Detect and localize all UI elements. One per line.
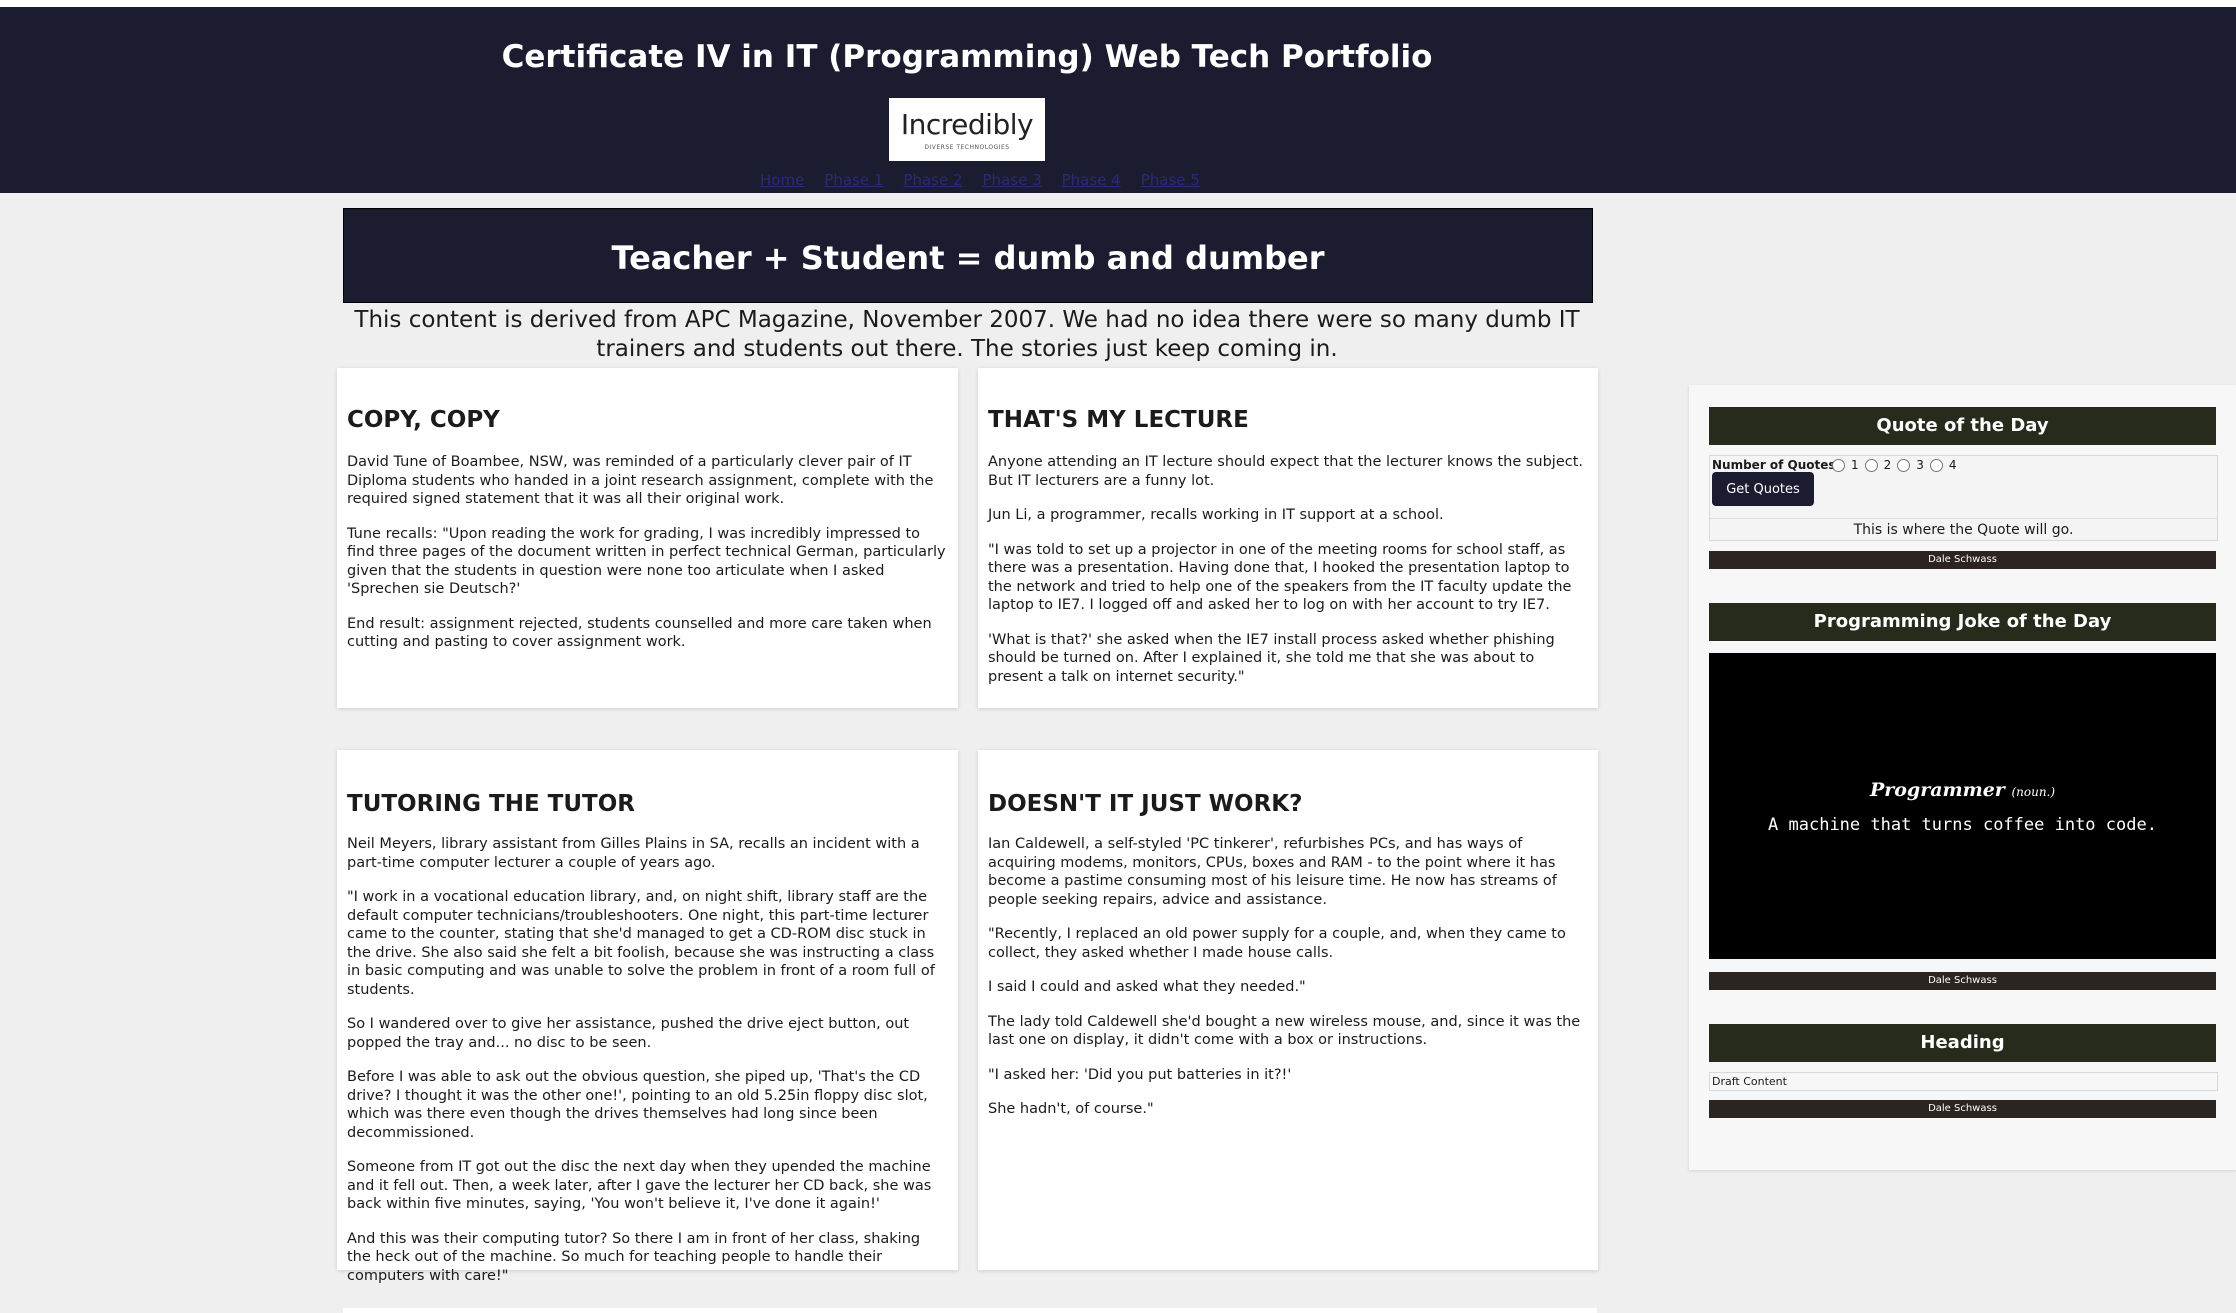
story-heading: COPY, COPY xyxy=(347,407,500,433)
story-card-doesnt-it-just-work: DOESN'T IT JUST WORK? Ian Caldewell, a s… xyxy=(978,750,1598,1270)
site-title: Certificate IV in IT (Programming) Web T… xyxy=(501,39,1433,75)
nav-link-phase-4[interactable]: Phase 4 xyxy=(1062,171,1121,191)
story-body: Anyone attending an IT lecture should ex… xyxy=(988,453,1588,702)
quote-count-option-1[interactable]: 1 xyxy=(1830,458,1859,472)
story-paragraph: "Recently, I replaced an old power suppl… xyxy=(988,926,1566,961)
story-paragraph: Before I was able to ask out the obvious… xyxy=(347,1069,928,1141)
story-paragraph: "I work in a vocational education librar… xyxy=(347,889,935,998)
quote-count-options: 1 2 3 4 xyxy=(1830,458,1961,472)
nav-link-home[interactable]: Home xyxy=(760,171,804,191)
story-paragraph: Ian Caldewell, a self-styled 'PC tinkere… xyxy=(988,836,1557,908)
story-body: Neil Meyers, library assistant from Gill… xyxy=(347,835,948,1301)
heading-widget-content: Draft Content xyxy=(1709,1072,2218,1091)
story-paragraph: And this was their computing tutor? So t… xyxy=(347,1230,921,1284)
article-intro: This content is derived from APC Magazin… xyxy=(354,307,1580,362)
story-card-tutoring-the-tutor: TUTORING THE TUTOR Neil Meyers, library … xyxy=(337,750,958,1284)
story-card-thats-my-lecture: THAT'S MY LECTURE Anyone attending an IT… xyxy=(978,368,1598,708)
story-paragraph: David Tune of Boambee, NSW, was reminded… xyxy=(347,454,934,507)
story-paragraph: Someone from IT got out the disc the nex… xyxy=(347,1159,932,1212)
story-paragraph: 'What is that?' she asked when the IE7 i… xyxy=(988,631,1555,685)
joke-definition: A machine that turns coffee into code. xyxy=(1768,815,2157,835)
heading-widget-title: Heading xyxy=(1709,1024,2216,1062)
story-body: Ian Caldewell, a self-styled 'PC tinkere… xyxy=(988,835,1588,1135)
joke-panel: Programmer (noun.) A machine that turns … xyxy=(1709,653,2216,959)
nav-link-phase-1[interactable]: Phase 1 xyxy=(824,171,883,191)
story-heading: TUTORING THE TUTOR xyxy=(347,791,635,817)
radio-label: 2 xyxy=(1883,458,1892,472)
radio-label: 3 xyxy=(1916,458,1924,472)
story-paragraph: "I was told to set up a projector in one… xyxy=(988,541,1572,614)
nav-link-phase-5[interactable]: Phase 5 xyxy=(1141,171,1200,191)
quote-count-option-4[interactable]: 4 xyxy=(1928,458,1957,472)
get-quotes-button[interactable]: Get Quotes xyxy=(1712,472,1814,506)
story-paragraph: Tune recalls: "Upon reading the work for… xyxy=(347,525,946,598)
logo-tagline: DIVERSE TECHNOLOGIES xyxy=(924,144,1010,151)
story-paragraph: So I wandered over to give her assistanc… xyxy=(347,1016,910,1051)
article-banner: Teacher + Student = dumb and dumber xyxy=(343,208,1593,303)
quote-count-option-3[interactable]: 3 xyxy=(1895,458,1924,472)
radio-label: 1 xyxy=(1851,458,1859,472)
main-nav: Home Phase 1 Phase 2 Phase 3 Phase 4 Pha… xyxy=(760,171,1200,191)
nav-link-phase-2[interactable]: Phase 2 xyxy=(903,171,962,191)
story-paragraph: She hadn't, of course." xyxy=(988,1101,1154,1117)
story-paragraph: I said I could and asked what they neede… xyxy=(988,979,1306,995)
joke-widget-footer: Dale Schwass xyxy=(1709,972,2216,990)
article-title: Teacher + Student = dumb and dumber xyxy=(611,239,1325,277)
joke-term-part-of-speech: (noun.) xyxy=(2011,785,2056,799)
story-body: David Tune of Boambee, NSW, was reminded… xyxy=(347,453,948,668)
nav-link-phase-3[interactable]: Phase 3 xyxy=(983,171,1042,191)
joke-term: Programmer (noun.) xyxy=(1709,779,2216,801)
quote-output: This is where the Quote will go. xyxy=(1710,518,2217,541)
story-paragraph: End result: assignment rejected, student… xyxy=(347,615,932,651)
story-heading: DOESN'T IT JUST WORK? xyxy=(988,791,1303,817)
heading-widget-footer: Dale Schwass xyxy=(1709,1100,2216,1118)
joke-widget-title: Programming Joke of the Day xyxy=(1709,603,2216,641)
sidebar: Quote of the Day Number of Quotes: 1 2 3… xyxy=(1689,385,2236,1170)
radio-circle-icon[interactable] xyxy=(1832,458,1845,472)
story-paragraph: Anyone attending an IT lecture should ex… xyxy=(988,454,1584,489)
quote-widget-form: Number of Quotes: 1 2 3 4 Get Quotes Thi… xyxy=(1709,455,2218,541)
next-section-edge xyxy=(343,1308,1597,1313)
story-heading: THAT'S MY LECTURE xyxy=(988,407,1249,433)
logo[interactable]: Incredibly DIVERSE TECHNOLOGIES xyxy=(889,98,1045,161)
logo-wordmark: Incredibly xyxy=(900,108,1034,141)
joke-term-word: Programmer xyxy=(1869,779,2005,801)
radio-circle-icon[interactable] xyxy=(1864,458,1878,472)
story-paragraph: Neil Meyers, library assistant from Gill… xyxy=(347,836,920,871)
top-strip xyxy=(0,0,2236,7)
quote-widget-title: Quote of the Day xyxy=(1709,407,2216,445)
story-paragraph: Jun Li, a programmer, recalls working in… xyxy=(988,507,1444,523)
site-header: Certificate IV in IT (Programming) Web T… xyxy=(0,7,2236,193)
radio-circle-icon[interactable] xyxy=(1897,458,1911,472)
quote-count-option-2[interactable]: 2 xyxy=(1863,458,1892,472)
radio-label: 4 xyxy=(1948,458,1957,472)
story-card-copy-copy: COPY, COPY David Tune of Boambee, NSW, w… xyxy=(337,368,958,708)
story-paragraph: The lady told Caldewell she'd bought a n… xyxy=(988,1013,1581,1049)
quote-count-label: Number of Quotes: xyxy=(1712,458,1841,472)
radio-circle-icon[interactable] xyxy=(1929,458,1943,472)
quote-widget-footer: Dale Schwass xyxy=(1709,551,2216,569)
story-paragraph: "I asked her: 'Did you put batteries in … xyxy=(988,1066,1292,1083)
